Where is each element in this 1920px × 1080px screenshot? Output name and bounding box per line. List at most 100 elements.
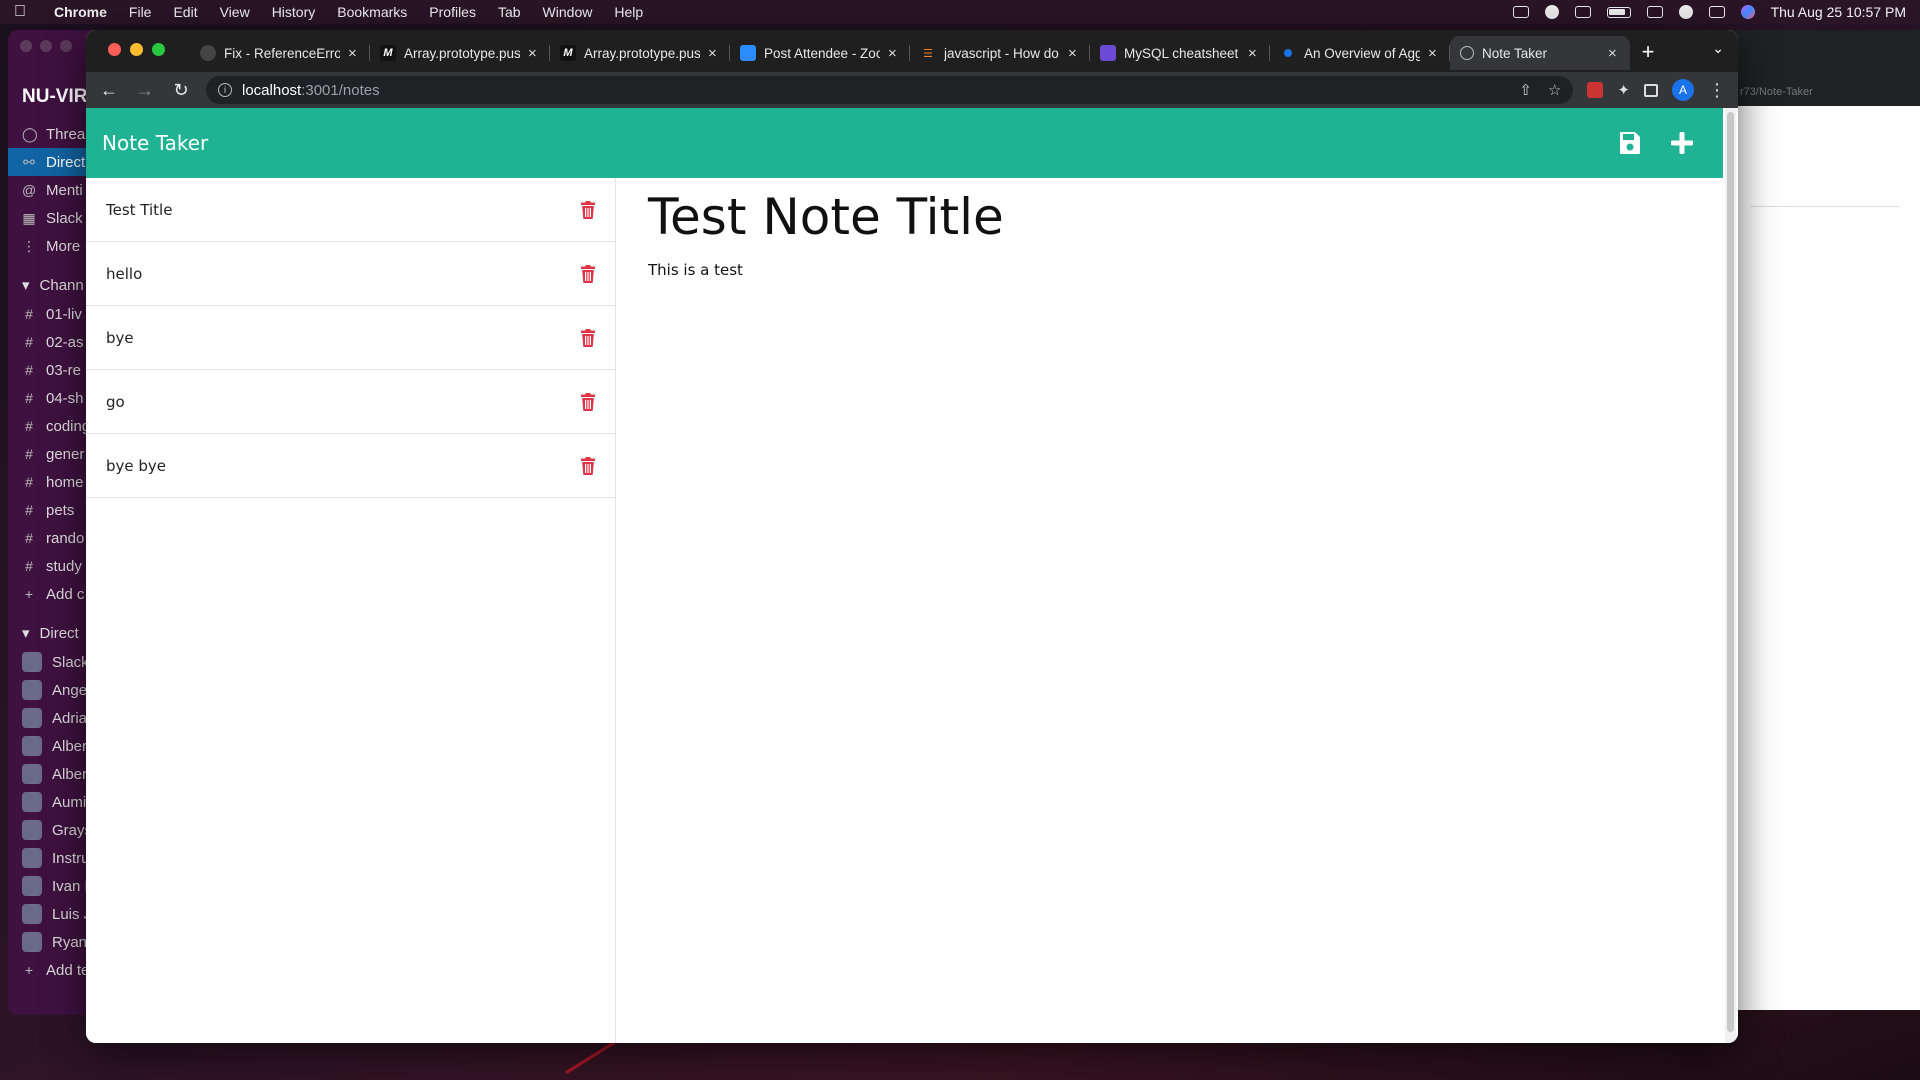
address-bar[interactable]: i localhost:3001/notes ⇧ ☆: [206, 76, 1574, 104]
hash-icon: #: [25, 418, 33, 434]
close-tab-icon[interactable]: ×: [348, 45, 360, 62]
profile-avatar[interactable]: A: [1672, 79, 1694, 101]
browser-tab[interactable]: An Overview of Agg ×: [1270, 36, 1450, 70]
menu-bookmarks[interactable]: Bookmarks: [337, 4, 407, 20]
tab-title: Array.prototype.pus: [404, 45, 520, 61]
menu-help[interactable]: Help: [614, 4, 643, 20]
note-title-input[interactable]: Test Note Title: [648, 190, 1691, 245]
url-path: :3001/notes: [301, 81, 380, 99]
url-text: localhost:3001/notes: [242, 82, 380, 99]
menu-tab[interactable]: Tab: [498, 4, 521, 20]
trash-icon[interactable]: [581, 456, 595, 475]
hash-icon: #: [25, 530, 33, 546]
slack-dm-label: Instru: [52, 849, 90, 867]
zoom-window-button[interactable]: [152, 43, 165, 56]
menubar-clock[interactable]: Thu Aug 25 10:57 PM: [1771, 4, 1906, 20]
forward-arrow-icon[interactable]: →: [134, 80, 156, 101]
puzzle-extensions-icon[interactable]: ✦: [1617, 81, 1630, 99]
browser-tab[interactable]: MySQL cheatsheet ×: [1090, 36, 1270, 70]
avatar: [22, 652, 42, 672]
menu-profiles[interactable]: Profiles: [429, 4, 476, 20]
more-vertical-icon: ⋮: [22, 237, 36, 254]
spotlight-search-icon[interactable]: [1678, 5, 1693, 19]
slack-channel-label: coding: [46, 417, 91, 435]
github-icon: [200, 45, 216, 61]
note-list-item[interactable]: Test Title: [86, 178, 615, 242]
browser-tab[interactable]: M Array.prototype.pus ×: [550, 36, 730, 70]
note-list-title: hello: [106, 264, 143, 283]
note-list-title: bye bye: [106, 456, 167, 475]
devhints-icon: [1100, 45, 1116, 61]
note-list-item[interactable]: go: [86, 370, 615, 434]
note-list-item[interactable]: hello: [86, 242, 615, 306]
new-note-button[interactable]: [1671, 132, 1693, 154]
minimize-window-button[interactable]: [130, 43, 143, 56]
slack-nav-label: More: [46, 237, 81, 255]
close-tab-icon[interactable]: ×: [1608, 45, 1620, 62]
menu-file[interactable]: File: [129, 4, 152, 20]
extension-area: ✦ A ⋮: [1587, 79, 1726, 101]
extension-badge-icon[interactable]: [1587, 82, 1604, 98]
stackoverflow-icon: ☰: [923, 47, 933, 60]
hash-icon: #: [25, 306, 33, 322]
dot-icon: [1280, 45, 1296, 61]
close-window-button[interactable]: [108, 43, 121, 56]
battery-icon[interactable]: [1606, 6, 1631, 18]
chrome-menu-icon[interactable]: ⋮: [1708, 80, 1726, 101]
avatar: [22, 680, 42, 700]
hash-icon: #: [25, 558, 33, 574]
play-icon[interactable]: [1544, 5, 1559, 19]
trash-icon[interactable]: [581, 392, 595, 411]
share-icon[interactable]: ⇧: [1519, 81, 1532, 99]
bookmark-star-icon[interactable]: ☆: [1548, 81, 1561, 99]
siri-icon[interactable]: [1740, 5, 1755, 19]
slack-section-label: Direct: [39, 624, 79, 642]
site-info-icon[interactable]: i: [218, 83, 232, 97]
screen-mirroring-icon[interactable]: [1512, 6, 1529, 18]
trash-icon[interactable]: [581, 328, 595, 347]
trash-icon[interactable]: [581, 200, 595, 219]
side-panel-icon[interactable]: [1644, 83, 1658, 97]
wifi-icon[interactable]: [1646, 6, 1663, 18]
page-scrollbar[interactable]: [1725, 108, 1736, 1043]
control-center-icon[interactable]: [1708, 6, 1725, 18]
hash-icon: #: [25, 474, 33, 490]
caret-down-icon: ▾: [22, 277, 30, 294]
reload-icon[interactable]: ↻: [170, 80, 192, 101]
close-tab-icon[interactable]: ×: [1068, 45, 1080, 62]
close-tab-icon[interactable]: ×: [1428, 45, 1440, 62]
save-note-button[interactable]: [1619, 131, 1641, 155]
hash-icon: #: [25, 390, 33, 406]
app-brand[interactable]: Note Taker: [102, 131, 208, 155]
antenna-icon[interactable]: [1574, 6, 1591, 18]
browser-tab[interactable]: ☰ javascript - How do ×: [910, 36, 1090, 70]
macos-menubar:  Chrome File Edit View History Bookmark…: [0, 0, 1920, 24]
menu-window[interactable]: Window: [543, 4, 593, 20]
back-arrow-icon[interactable]: ←: [98, 80, 120, 101]
menu-app-name[interactable]: Chrome: [54, 4, 107, 20]
note-list-item[interactable]: bye: [86, 306, 615, 370]
close-tab-icon[interactable]: ×: [528, 45, 540, 62]
close-tab-icon[interactable]: ×: [708, 45, 720, 62]
menu-view[interactable]: View: [220, 4, 250, 20]
browser-tab[interactable]: Post Attendee - Zoo ×: [730, 36, 910, 70]
note-list-item[interactable]: bye bye: [86, 434, 615, 498]
window-controls: [108, 43, 165, 56]
menu-history[interactable]: History: [272, 4, 316, 20]
background-window-url: r73/Note-Taker: [1740, 86, 1813, 98]
tab-title: Fix - ReferenceError: [224, 45, 340, 61]
browser-tab-active[interactable]: Note Taker ×: [1450, 36, 1630, 70]
scrollbar-thumb[interactable]: [1727, 112, 1734, 1032]
note-textarea[interactable]: This is a test: [648, 261, 1691, 279]
menu-edit[interactable]: Edit: [173, 4, 197, 20]
new-tab-button[interactable]: +: [1630, 36, 1666, 70]
trash-icon[interactable]: [581, 264, 595, 283]
apple-icon[interactable]: : [14, 3, 34, 21]
browser-tab[interactable]: M Array.prototype.pus ×: [370, 36, 550, 70]
browser-tab[interactable]: Fix - ReferenceError ×: [190, 36, 370, 70]
avatar: [22, 764, 42, 784]
close-tab-icon[interactable]: ×: [1248, 45, 1260, 62]
close-tab-icon[interactable]: ×: [888, 45, 900, 62]
tab-search-chevron-icon[interactable]: ⌄: [1712, 40, 1724, 57]
globe-icon: [1460, 46, 1474, 60]
